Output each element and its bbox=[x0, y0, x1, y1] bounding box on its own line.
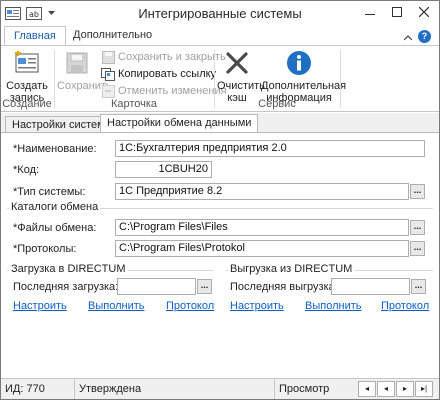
import-run-link[interactable]: Выполнить bbox=[88, 300, 144, 312]
save-button[interactable]: Сохранить bbox=[57, 48, 112, 92]
view-mode: Просмотр bbox=[279, 383, 330, 395]
minimize-button[interactable] bbox=[356, 1, 383, 23]
ribbon-group-card: Сохранить Сохранить и закрыть Копировать… bbox=[55, 46, 227, 112]
last-export-label: Последняя выгрузка: bbox=[230, 281, 338, 293]
code-field[interactable]: 1CBUH20 bbox=[115, 161, 212, 178]
help-icon[interactable]: ? bbox=[418, 30, 431, 43]
record-state: Утверждена bbox=[75, 379, 275, 399]
system-type-label: *Тип системы: bbox=[13, 186, 86, 198]
last-export-field[interactable] bbox=[331, 278, 410, 295]
name-field[interactable]: 1С:Бухгалтерия предприятия 2.0 bbox=[115, 140, 425, 157]
save-and-close-button[interactable]: Сохранить и закрыть bbox=[101, 49, 226, 65]
protocols-field[interactable]: C:\Program Files\Protokol bbox=[115, 240, 409, 257]
exchange-files-label: *Файлы обмена: bbox=[13, 222, 97, 234]
status-bar: ИД: 770 Утверждена Просмотр ◂ ◂ ▸ ▸| bbox=[1, 378, 439, 399]
export-protocol-link[interactable]: Протокол bbox=[381, 300, 429, 312]
system-type-field[interactable]: 1С Предприятие 8.2 bbox=[115, 183, 409, 200]
copy-link-label: Копировать ссылку bbox=[118, 68, 217, 80]
clear-cache-icon bbox=[221, 48, 253, 78]
clear-cache-button[interactable]: Очистить кэш bbox=[217, 48, 265, 104]
exchange-dirs-title: Каталоги обмена bbox=[9, 201, 101, 213]
last-record-button[interactable]: ▸| bbox=[415, 381, 433, 397]
previous-record-button[interactable]: ◂ bbox=[377, 381, 395, 397]
ribbon-group-create-label: Создание bbox=[2, 98, 52, 110]
protocols-browse-button[interactable]: ... bbox=[410, 241, 425, 256]
ribbon-group-card-label: Карточка bbox=[110, 98, 158, 110]
tab-exchange-settings[interactable]: Настройки обмена данными bbox=[100, 114, 259, 133]
title-bar: ab Интегрированные системы bbox=[1, 1, 439, 26]
record-id: ИД: 770 bbox=[1, 379, 75, 399]
ribbon-separator bbox=[340, 50, 341, 108]
ribbon-panel: Создать запись Создание Сохранить Сохран… bbox=[1, 46, 439, 112]
undo-changes-label: Отменить изменения bbox=[118, 85, 227, 97]
ribbon-group-create: Создать запись Создание bbox=[1, 46, 53, 112]
app-window: ab Интегрированные системы Главная Допол… bbox=[0, 0, 440, 400]
import-title: Загрузка в DIRECTUM bbox=[9, 263, 128, 275]
last-import-browse-button[interactable]: ... bbox=[197, 279, 212, 294]
export-title: Выгрузка из DIRECTUM bbox=[228, 263, 355, 275]
code-label: *Код: bbox=[13, 164, 40, 176]
ribbon-group-service: Очистить кэш Дополнительная информация С… bbox=[215, 46, 346, 112]
info-icon bbox=[283, 48, 315, 78]
copy-link-icon bbox=[101, 67, 115, 81]
name-label: *Наименование: bbox=[13, 143, 97, 155]
undo-changes-button[interactable]: Отменить изменения bbox=[101, 83, 227, 99]
maximize-button[interactable] bbox=[383, 1, 410, 23]
last-export-browse-button[interactable]: ... bbox=[411, 279, 426, 294]
next-record-button[interactable]: ▸ bbox=[396, 381, 414, 397]
ribbon-group-service-label: Сервис bbox=[258, 98, 296, 110]
create-record-button[interactable]: Создать запись bbox=[5, 48, 49, 104]
save-close-icon bbox=[101, 50, 115, 64]
save-close-label: Сохранить и закрыть bbox=[118, 51, 226, 63]
close-button[interactable] bbox=[410, 1, 437, 23]
content-tab-strip: Настройки системы Настройки обмена данны… bbox=[1, 113, 439, 133]
save-icon bbox=[61, 48, 93, 78]
new-record-icon bbox=[11, 48, 43, 78]
last-import-field[interactable] bbox=[117, 278, 196, 295]
ribbon-tab-additional[interactable]: Дополнительно bbox=[64, 26, 161, 46]
undo-icon bbox=[101, 84, 115, 98]
protocols-label: *Протоколы: bbox=[13, 243, 77, 255]
import-configure-link[interactable]: Настроить bbox=[13, 300, 67, 312]
copy-link-button[interactable]: Копировать ссылку bbox=[101, 66, 216, 82]
additional-info-button[interactable]: Дополнительная информация bbox=[261, 48, 346, 104]
form-panel: *Наименование: 1С:Бухгалтерия предприяти… bbox=[1, 132, 439, 378]
import-protocol-link[interactable]: Протокол bbox=[166, 300, 214, 312]
last-import-label: Последняя загрузка: bbox=[13, 281, 119, 293]
export-run-link[interactable]: Выполнить bbox=[305, 300, 361, 312]
first-record-button[interactable]: ◂ bbox=[358, 381, 376, 397]
exchange-files-field[interactable]: C:\Program Files\Files bbox=[115, 219, 409, 236]
export-configure-link[interactable]: Настроить bbox=[230, 300, 284, 312]
collapse-ribbon-icon[interactable] bbox=[403, 32, 413, 44]
ribbon-tab-home[interactable]: Главная bbox=[4, 26, 66, 46]
system-type-select-button[interactable]: ... bbox=[410, 184, 425, 199]
exchange-files-browse-button[interactable]: ... bbox=[410, 220, 425, 235]
ribbon-tab-strip: Главная Дополнительно ? bbox=[1, 26, 439, 46]
